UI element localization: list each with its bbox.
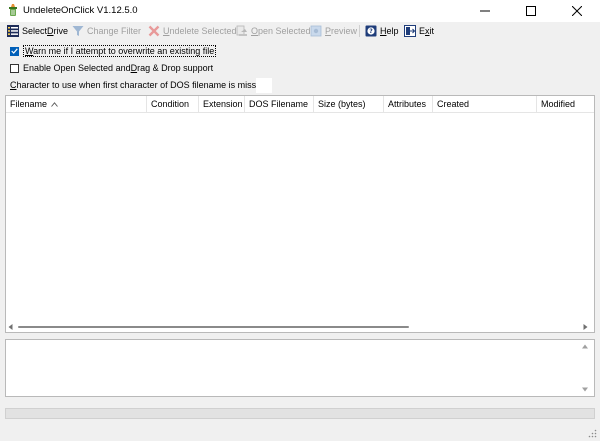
- undelete-selected-label-suffix: ndelete Selected: [169, 25, 237, 36]
- preview-label-suffix: review: [331, 25, 358, 36]
- column-header-label: DOS Filename: [249, 99, 309, 109]
- toolbar-separator: [359, 25, 360, 37]
- column-header-dos-filename[interactable]: DOS Filename: [245, 96, 314, 112]
- dos-char-input[interactable]: [256, 78, 272, 93]
- minimize-button[interactable]: [462, 0, 508, 22]
- minimize-icon: [480, 10, 490, 12]
- warn-overwrite-label-suffix: arn me if I attempt to overwrite an exis…: [33, 46, 215, 56]
- svg-text:?: ?: [369, 28, 373, 35]
- dos-char-label: Character to use when first character of…: [10, 79, 271, 91]
- enable-open-label-after: rag & Drop support: [137, 63, 214, 73]
- scroll-up-arrow-icon[interactable]: [582, 344, 588, 349]
- column-header-filename[interactable]: Filename: [6, 96, 147, 112]
- scroll-right-arrow-icon[interactable]: [583, 324, 588, 330]
- column-header-label: Extension: [203, 99, 243, 109]
- undelete-selected-button[interactable]: Undelete Selected: [148, 23, 237, 38]
- maximize-button[interactable]: [508, 0, 554, 22]
- exit-label-suffix: it: [429, 25, 435, 36]
- enable-open-label-before: Enable Open Selected and: [23, 63, 131, 73]
- open-selected-button[interactable]: Open Selected: [236, 23, 311, 38]
- resize-grip-icon[interactable]: [588, 429, 597, 438]
- title-bar[interactable]: UndeleteOnClick V1.12.5.0: [0, 0, 600, 22]
- preview-button[interactable]: Preview: [310, 23, 357, 38]
- column-header-modified[interactable]: Modified: [537, 96, 594, 112]
- dos-char-label-suffix: haracter to use when first character of …: [16, 80, 271, 90]
- warn-overwrite-label-accel: W: [25, 46, 34, 56]
- open-selected-label-suffix: pen Selected: [258, 25, 311, 36]
- column-header-condition[interactable]: Condition: [147, 96, 199, 112]
- select-drive-label-prefix: Select: [22, 25, 48, 36]
- detail-text-area[interactable]: [5, 339, 595, 397]
- column-header-size[interactable]: Size (bytes): [314, 96, 384, 112]
- change-filter-label: Change Filter: [87, 25, 142, 36]
- window-title: UndeleteOnClick V1.12.5.0: [23, 5, 138, 16]
- status-bar: [5, 408, 595, 419]
- close-icon: [572, 6, 582, 16]
- scroll-left-arrow-icon[interactable]: [8, 324, 13, 330]
- checkmark-icon: [11, 48, 18, 54]
- column-header-label: Condition: [151, 99, 190, 109]
- help-button[interactable]: ? Help: [365, 23, 399, 38]
- horizontal-scrollbar[interactable]: [6, 322, 594, 332]
- column-header-created[interactable]: Created: [433, 96, 537, 112]
- column-header-extension[interactable]: Extension: [199, 96, 245, 112]
- open-file-icon: [236, 25, 247, 36]
- checkbox-checked[interactable]: [10, 46, 19, 56]
- scroll-down-arrow-icon[interactable]: [582, 387, 588, 392]
- scrollbar-thumb[interactable]: [18, 326, 409, 328]
- sort-ascending-icon: [51, 101, 58, 107]
- column-header-label: Filename: [10, 99, 48, 109]
- exit-button[interactable]: Ex it: [404, 23, 434, 38]
- toolbar: Select Drive Change Filter Undelete Sele…: [0, 22, 600, 40]
- help-book-icon: ?: [365, 25, 377, 36]
- open-selected-label-accel: O: [251, 25, 259, 36]
- list-header: Filename Condition Extension DOS Filenam…: [6, 96, 594, 113]
- column-header-label: Created: [437, 99, 470, 109]
- preview-icon: [310, 25, 322, 36]
- file-list-view[interactable]: Filename Condition Extension DOS Filenam…: [5, 95, 595, 333]
- select-drive-label-suffix: rive: [53, 25, 69, 36]
- close-button[interactable]: [554, 0, 600, 22]
- column-header-label: Size (bytes): [318, 99, 366, 109]
- drive-list-icon: [7, 24, 19, 37]
- select-drive-button[interactable]: Select Drive: [7, 23, 68, 38]
- funnel-icon: [72, 25, 84, 36]
- maximize-icon: [526, 6, 536, 16]
- warn-overwrite-checkbox[interactable]: Warn me if I attempt to overwrite an exi…: [10, 45, 217, 57]
- enable-open-dragdrop-checkbox[interactable]: Enable Open Selected and Drag & Drop sup…: [10, 62, 213, 74]
- help-label-suffix: elp: [386, 25, 399, 36]
- app-window: UndeleteOnClick V1.12.5.0 Select Drive C…: [0, 0, 600, 441]
- checkbox-unchecked[interactable]: [10, 63, 19, 73]
- column-header-label: Attributes: [388, 99, 427, 109]
- column-header-label: Modified: [541, 99, 576, 109]
- column-header-attributes[interactable]: Attributes: [384, 96, 433, 112]
- recycle-app-icon: [9, 4, 17, 16]
- red-x-icon: [148, 25, 160, 36]
- warn-overwrite-label: Warn me if I attempt to overwrite an exi…: [23, 45, 217, 57]
- change-filter-button[interactable]: Change Filter: [72, 23, 141, 38]
- exit-door-icon: [404, 24, 416, 37]
